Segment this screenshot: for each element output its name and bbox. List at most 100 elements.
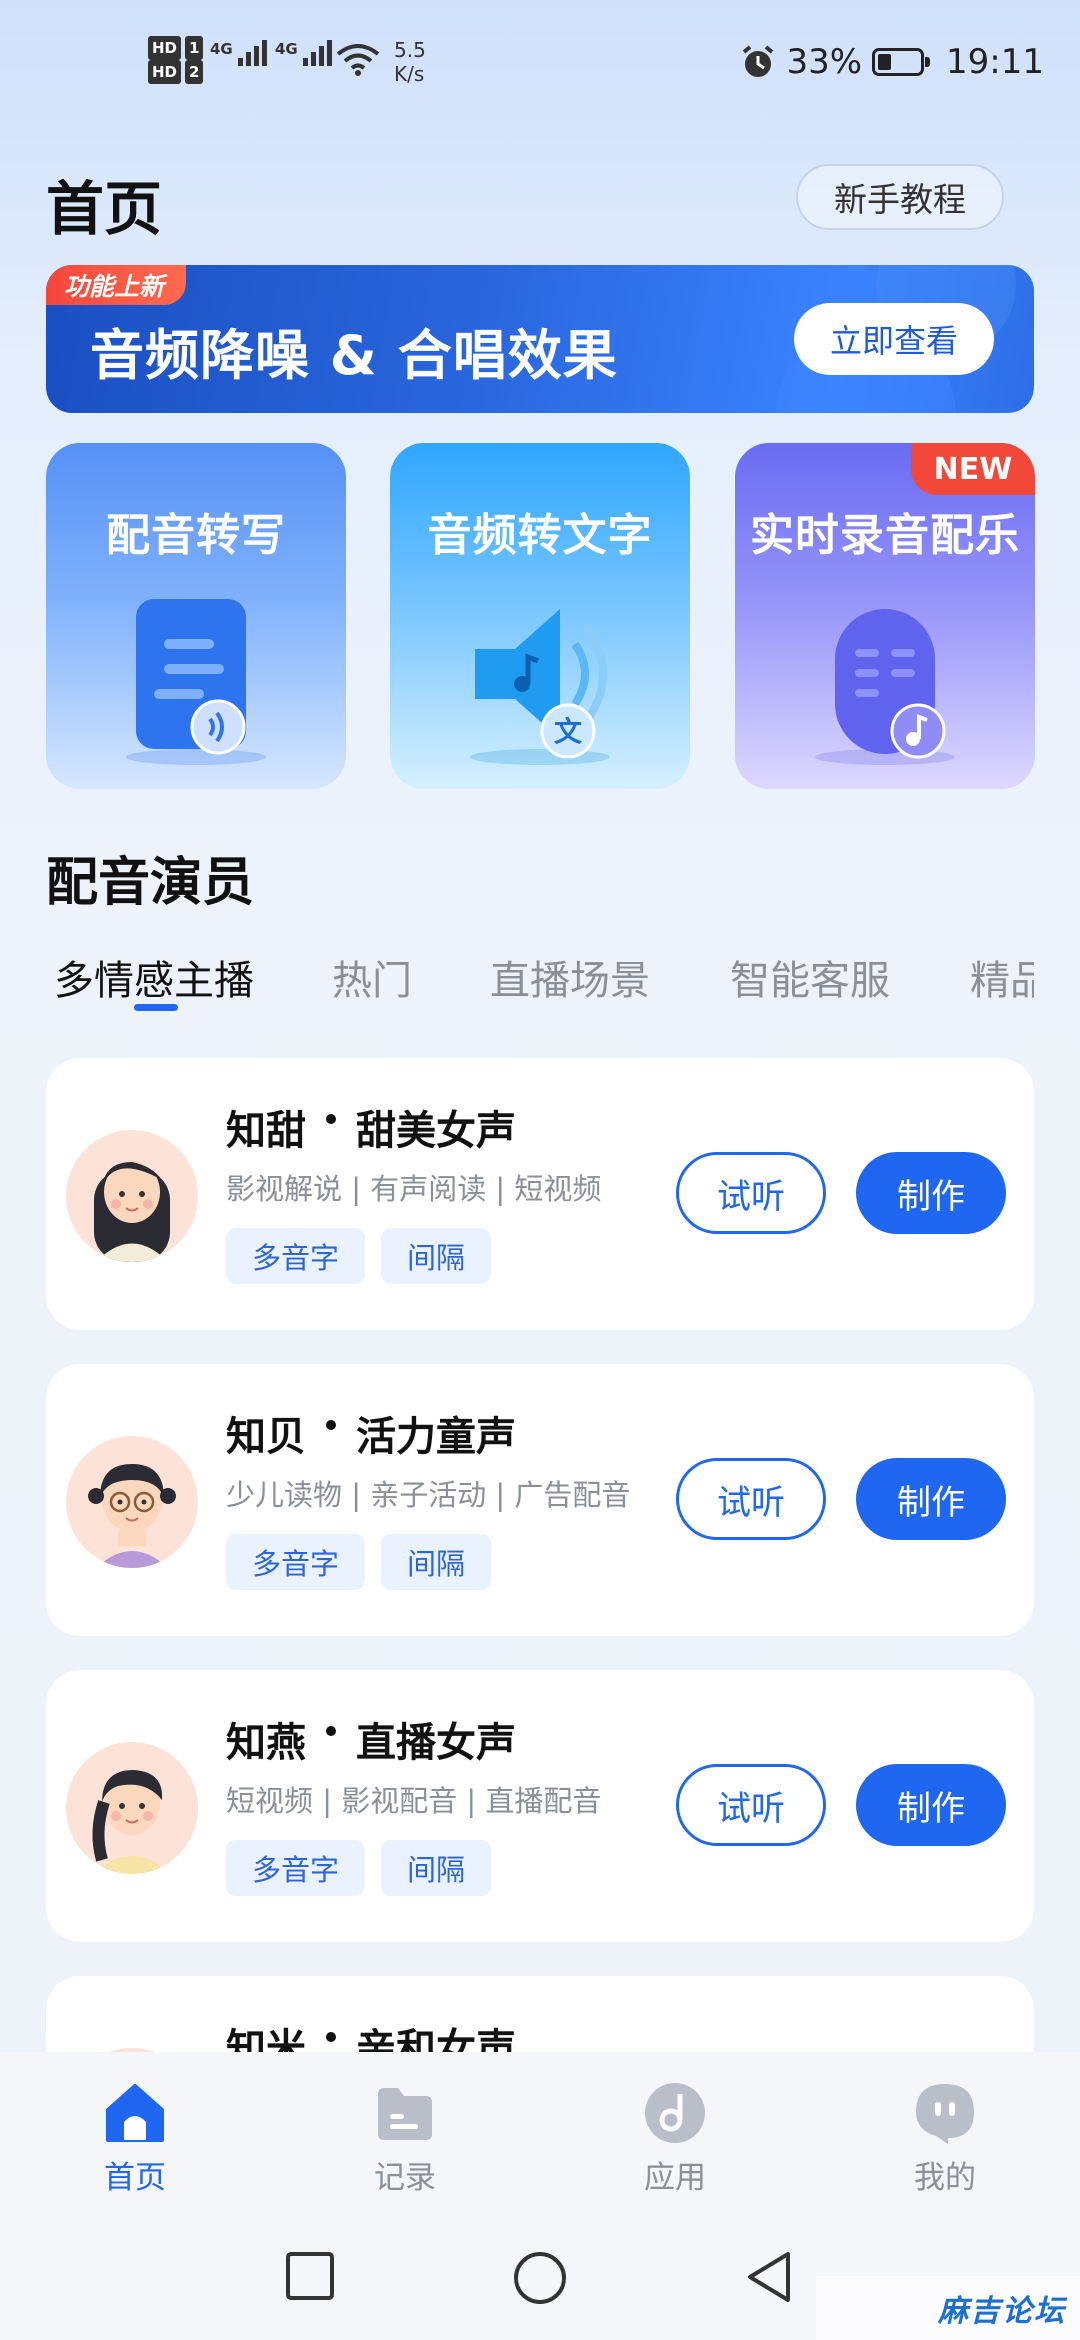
dot-separator <box>326 1114 336 1124</box>
net1-label: 4G <box>210 40 233 58</box>
home-system-button[interactable] <box>512 2250 568 2306</box>
status-right: 33% 19:11 <box>740 42 1044 82</box>
voice-actor-card[interactable]: 知甜 甜美女声 影视解说 | 有声阅读 | 短视频 多音字 间隔 试听 制作 <box>46 1058 1034 1330</box>
page-title: 首页 <box>46 175 163 243</box>
back-button[interactable] <box>744 2250 794 2304</box>
avatar-child-image <box>88 1464 176 1568</box>
nav-label: 首页 <box>104 2160 166 2196</box>
actor-name: 知甜 <box>226 1108 306 1154</box>
feature-card-title: 实时录音配乐 <box>750 510 1020 561</box>
avatar <box>66 1436 198 1568</box>
hd1-badge: HD <box>148 36 182 60</box>
voice-actor-tags: 少儿读物 | 亲子活动 | 广告配音 <box>226 1478 631 1512</box>
voice-actor-chips: 多音字 间隔 <box>226 1228 492 1284</box>
feature-card-title: 音频转文字 <box>427 510 653 561</box>
wifi-icon <box>336 44 380 76</box>
tab-hot[interactable]: 热门 <box>332 948 412 1006</box>
banner-view-button[interactable]: 立即查看 <box>794 303 994 375</box>
voice-actor-tags: 影视解说 | 有声阅读 | 短视频 <box>226 1172 602 1206</box>
listen-button[interactable]: 试听 <box>676 1458 826 1540</box>
section-title: 配音演员 <box>46 853 255 913</box>
tab-premium[interactable]: 精品 <box>970 948 1034 1006</box>
chip-polyphonic: 多音字 <box>226 1840 366 1896</box>
banner-title: 音频降噪 & 合唱效果 <box>90 324 618 387</box>
listen-button[interactable]: 试听 <box>676 1152 826 1234</box>
actor-style: 活力童声 <box>356 1414 516 1460</box>
voice-actor-name: 知燕 直播女声 <box>226 1710 516 1768</box>
make-button[interactable]: 制作 <box>856 1152 1006 1234</box>
voice-actor-card[interactable]: 知燕 直播女声 短视频 | 影视配音 | 直播配音 多音字 间隔 试听 制作 <box>46 1670 1034 1942</box>
dot-separator <box>326 1726 336 1736</box>
tab-emotional-anchor[interactable]: 多情感主播 <box>54 948 254 1006</box>
category-tabs: 多情感主播 热门 直播场景 智能客服 精品 <box>54 948 1034 1018</box>
status-bar: HD 1 HD 2 4G 4G 5.5 K/s 33% 19:11 <box>0 0 1080 130</box>
nav-label: 我的 <box>914 2160 976 2196</box>
signal-icon: 4G <box>210 40 267 66</box>
chip-interval: 间隔 <box>381 1228 492 1284</box>
net2-label: 4G <box>275 40 298 58</box>
recents-button[interactable] <box>284 2250 336 2302</box>
voice-actor-name: 知甜 甜美女声 <box>226 1098 516 1156</box>
hd2-badge: HD <box>148 60 182 84</box>
listen-button[interactable]: 试听 <box>676 1764 826 1846</box>
speed-value: 5.5 <box>394 38 426 62</box>
chip-polyphonic: 多音字 <box>226 1228 366 1284</box>
nav-profile[interactable]: 我的 <box>855 2080 1035 2197</box>
speaker-icon: 文 <box>470 609 610 765</box>
nav-label: 记录 <box>374 2160 436 2196</box>
network-speed: 5.5 K/s <box>394 38 426 86</box>
actor-style: 甜美女声 <box>356 1108 516 1154</box>
actor-style: 直播女声 <box>356 1720 516 1766</box>
avatar-girl-image <box>94 1161 170 1262</box>
home-icon <box>106 2084 164 2142</box>
voice-actor-name: 知贝 活力童声 <box>226 1404 516 1462</box>
voice-actor-tags: 短视频 | 影视配音 | 直播配音 <box>226 1784 602 1818</box>
avatar <box>66 1130 198 1262</box>
feature-card-live-record-music[interactable]: NEW 实时录音配乐 <box>735 443 1035 789</box>
new-badge: NEW <box>911 443 1035 495</box>
feature-card-title: 配音转写 <box>106 510 286 561</box>
dot-separator <box>326 1420 336 1430</box>
music-note-icon <box>645 2083 705 2143</box>
nav-label: 应用 <box>644 2160 706 2196</box>
signal-icon-2: 4G <box>275 40 332 66</box>
folder-icon <box>378 2088 432 2140</box>
chip-interval: 间隔 <box>381 1840 492 1896</box>
banner-new-tag: 功能上新 <box>46 265 187 305</box>
voice-actor-card[interactable]: 知贝 活力童声 少儿读物 | 亲子活动 | 广告配音 多音字 间隔 试听 制作 <box>46 1364 1034 1636</box>
tab-indicator <box>134 1004 178 1011</box>
speed-unit: K/s <box>394 62 425 86</box>
tab-live-scene[interactable]: 直播场景 <box>490 948 650 1006</box>
nav-records[interactable]: 记录 <box>315 2080 495 2197</box>
nav-home[interactable]: 首页 <box>45 2080 225 2197</box>
nav-apps[interactable]: 应用 <box>585 2080 765 2197</box>
avatar <box>66 1742 198 1874</box>
voice-actor-chips: 多音字 间隔 <box>226 1534 492 1590</box>
document-text-icon <box>126 599 266 765</box>
voice-actor-chips: 多音字 间隔 <box>226 1840 492 1896</box>
watermark: 麻吉论坛 <box>816 2276 1080 2340</box>
battery-icon <box>872 48 931 76</box>
card-badge-text: 文 <box>554 715 582 748</box>
tutorial-button[interactable]: 新手教程 <box>796 164 1004 230</box>
avatar-braid-girl-image <box>92 1770 170 1874</box>
make-button[interactable]: 制作 <box>856 1458 1006 1540</box>
sim-indicators: HD 1 HD 2 <box>148 36 204 84</box>
feature-card-dub-transcribe[interactable]: 配音转写 <box>46 443 346 789</box>
chat-bubble-icon <box>916 2084 974 2144</box>
tab-smart-service[interactable]: 智能客服 <box>730 948 890 1006</box>
feature-card-audio-to-text[interactable]: 音频转文字 文 <box>390 443 690 789</box>
chip-interval: 间隔 <box>381 1534 492 1590</box>
make-button[interactable]: 制作 <box>856 1764 1006 1846</box>
microphone-icon <box>815 609 955 765</box>
sim1-badge: 1 <box>185 36 204 60</box>
dot-separator <box>326 2032 336 2042</box>
actor-name: 知燕 <box>226 1720 306 1766</box>
sim2-badge: 2 <box>185 60 204 84</box>
chip-polyphonic: 多音字 <box>226 1534 366 1590</box>
clock: 19:11 <box>946 42 1044 82</box>
promo-banner[interactable]: 功能上新 音频降噪 & 合唱效果 立即查看 <box>46 265 1034 413</box>
alarm-icon <box>743 45 774 77</box>
battery-percent: 33% <box>786 42 863 82</box>
actor-name: 知贝 <box>226 1414 306 1460</box>
